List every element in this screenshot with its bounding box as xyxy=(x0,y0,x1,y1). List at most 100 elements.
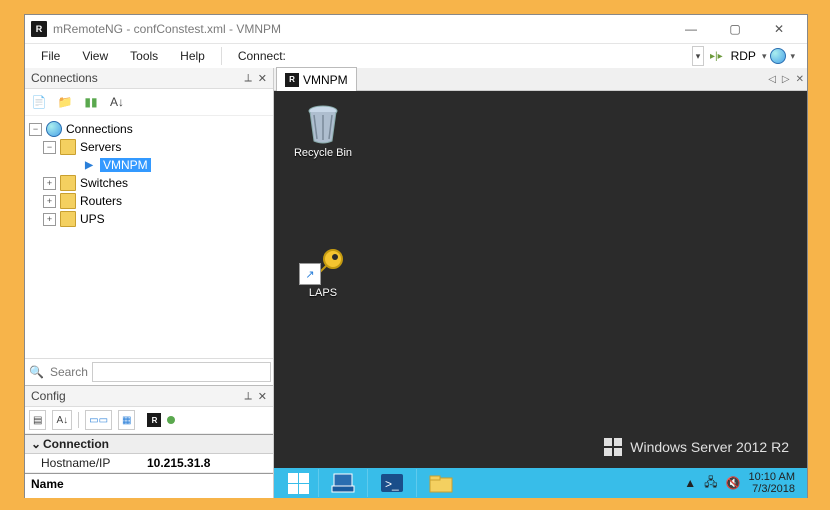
expander-icon[interactable]: + xyxy=(43,195,56,208)
categorized-button[interactable]: ▤ xyxy=(29,410,46,430)
tray-network-icon[interactable]: 🖧 xyxy=(704,473,717,494)
protocol-label[interactable]: RDP xyxy=(731,49,756,63)
tree-switches-label: Switches xyxy=(80,176,128,190)
tree-routers-label: Routers xyxy=(80,194,122,208)
new-folder-icon[interactable]: 📁 xyxy=(57,94,73,110)
tab-label: VMNPM xyxy=(303,73,348,87)
tree-ups[interactable]: + UPS xyxy=(29,210,269,228)
window-title: mRemoteNG - confConstest.xml - VMNPM xyxy=(53,22,669,36)
globe-icon[interactable] xyxy=(770,48,786,64)
grid-button[interactable]: ▦ xyxy=(118,410,135,430)
key-icon: ↗ xyxy=(299,245,347,285)
tree-routers[interactable]: + Routers xyxy=(29,192,269,210)
config-pane-header: Config ⟂ ✕ xyxy=(25,386,273,407)
tray-up-icon[interactable]: ▲ xyxy=(684,476,696,490)
close-pane-icon[interactable]: ✕ xyxy=(258,72,267,85)
protocol-toolbar: ▾ ▸|▸ RDP ▾ ▾ xyxy=(686,46,801,66)
svg-text:>_: >_ xyxy=(385,477,399,491)
tab-strip: R VMNPM ◁ ▷ ✕ xyxy=(274,68,807,91)
tree-vmnpm-label: VMNPM xyxy=(100,158,151,172)
maximize-button[interactable]: ▢ xyxy=(713,16,757,42)
sort-icon[interactable]: A↓ xyxy=(109,94,125,110)
taskbar-powershell[interactable]: >_ xyxy=(367,469,416,497)
tree-root[interactable]: − Connections xyxy=(29,120,269,138)
config-host-icon: R xyxy=(147,413,161,427)
remote-desktop[interactable]: Recycle Bin ↗ LAPS Windows S xyxy=(274,91,807,498)
tree-servers[interactable]: − Servers xyxy=(29,138,269,156)
tray-sound-icon[interactable]: 🔇 xyxy=(726,476,741,490)
globe-dropdown-icon[interactable]: ▾ xyxy=(790,51,795,62)
os-brand-text: Windows Server 2012 R2 xyxy=(630,439,789,455)
quick-connect-dropdown[interactable]: ▾ xyxy=(692,46,704,66)
tab-icon: R xyxy=(285,73,299,87)
connections-tree[interactable]: − Connections − Servers ▶ VMNPM xyxy=(25,116,273,358)
tree-switches[interactable]: + Switches xyxy=(29,174,269,192)
system-tray[interactable]: ▲ 🖧 🔇 10:10 AM 7/3/2018 xyxy=(676,471,803,495)
config-toolbar: ▤ A↓ ▭▭ ▦ R xyxy=(25,407,273,434)
shortcut-arrow-icon: ↗ xyxy=(299,263,321,285)
property-grid[interactable]: ⌄Connection Hostname/IP 10.215.31.8 xyxy=(25,434,273,473)
taskbar-server-manager[interactable] xyxy=(318,469,367,497)
desktop-laps[interactable]: ↗ LAPS xyxy=(286,245,360,299)
tree-vmnpm[interactable]: ▶ VMNPM xyxy=(29,156,269,174)
desktop-recycle-bin[interactable]: Recycle Bin xyxy=(286,103,360,159)
new-connection-icon[interactable]: 📄 xyxy=(31,94,47,110)
menu-help[interactable]: Help xyxy=(170,47,215,65)
desktop-recycle-label: Recycle Bin xyxy=(294,147,352,159)
pin-icon[interactable]: ⟂ xyxy=(244,390,251,403)
menu-connect[interactable]: Connect: xyxy=(228,47,296,65)
tree-ups-label: UPS xyxy=(80,212,105,226)
property-value[interactable]: 10.215.31.8 xyxy=(143,456,273,470)
alphabetic-button[interactable]: A↓ xyxy=(52,410,72,430)
connections-toolbar: 📄 📁 ▮▮ A↓ xyxy=(25,89,273,116)
folder-icon xyxy=(60,175,76,191)
close-button[interactable]: ✕ xyxy=(757,16,801,42)
view-icon[interactable]: ▮▮ xyxy=(83,94,99,110)
prop-pages-button[interactable]: ▭▭ xyxy=(85,410,112,430)
search-input[interactable] xyxy=(92,362,271,382)
search-row: 🔍 Search xyxy=(25,358,273,385)
taskbar-explorer[interactable] xyxy=(416,469,465,497)
menu-view[interactable]: View xyxy=(72,47,118,65)
tab-next-icon[interactable]: ▷ xyxy=(782,74,790,85)
menu-file[interactable]: File xyxy=(31,47,70,65)
property-row-hostname[interactable]: Hostname/IP 10.215.31.8 xyxy=(25,454,273,473)
config-pane-title: Config xyxy=(31,389,66,403)
pin-icon[interactable]: ⟂ xyxy=(244,72,251,85)
connection-active-icon: ▶ xyxy=(82,158,96,172)
menu-tools[interactable]: Tools xyxy=(120,47,168,65)
tree-root-label: Connections xyxy=(66,122,133,136)
app-window: R mRemoteNG - confConstest.xml - VMNPM —… xyxy=(24,14,808,498)
expander-icon[interactable]: + xyxy=(43,213,56,226)
expander-icon[interactable]: − xyxy=(43,141,56,154)
os-brand: Windows Server 2012 R2 xyxy=(604,438,789,456)
property-description: Name xyxy=(25,473,273,498)
titlebar: R mRemoteNG - confConstest.xml - VMNPM —… xyxy=(25,15,807,44)
search-label: Search xyxy=(50,365,88,379)
expander-icon[interactable]: + xyxy=(43,177,56,190)
close-pane-icon[interactable]: ✕ xyxy=(258,390,267,403)
recycle-bin-icon xyxy=(303,103,343,145)
expander-icon[interactable]: − xyxy=(29,123,42,136)
tray-clock[interactable]: 10:10 AM 7/3/2018 xyxy=(749,471,795,495)
tree-servers-label: Servers xyxy=(80,140,121,154)
config-pane: Config ⟂ ✕ ▤ A↓ ▭▭ ▦ R ⌄Connection xyxy=(25,385,273,498)
folder-icon xyxy=(60,193,76,209)
start-button[interactable] xyxy=(278,469,318,497)
connections-pane-header: Connections ⟂ ✕ xyxy=(25,68,273,89)
property-group-header[interactable]: ⌄Connection xyxy=(25,435,273,454)
folder-icon xyxy=(60,139,76,155)
minimize-button[interactable]: — xyxy=(669,16,713,42)
remote-taskbar[interactable]: >_ ▲ 🖧 🔇 10:10 AM 7/3/2018 xyxy=(274,468,807,498)
desktop-laps-label: LAPS xyxy=(309,287,337,299)
tab-prev-icon[interactable]: ◁ xyxy=(768,74,776,85)
menubar: File View Tools Help Connect: ▾ ▸|▸ RDP … xyxy=(25,44,807,68)
protocol-dropdown-icon[interactable]: ▾ xyxy=(762,51,767,62)
play-icon[interactable]: ▸|▸ xyxy=(710,51,723,62)
connections-pane-title: Connections xyxy=(31,71,98,85)
tab-vmnpm[interactable]: R VMNPM xyxy=(276,67,357,92)
app-icon: R xyxy=(31,21,47,37)
right-panel: R VMNPM ◁ ▷ ✕ Recycle Bin xyxy=(274,68,807,498)
tab-close-icon[interactable]: ✕ xyxy=(796,74,804,85)
folder-icon xyxy=(60,211,76,227)
